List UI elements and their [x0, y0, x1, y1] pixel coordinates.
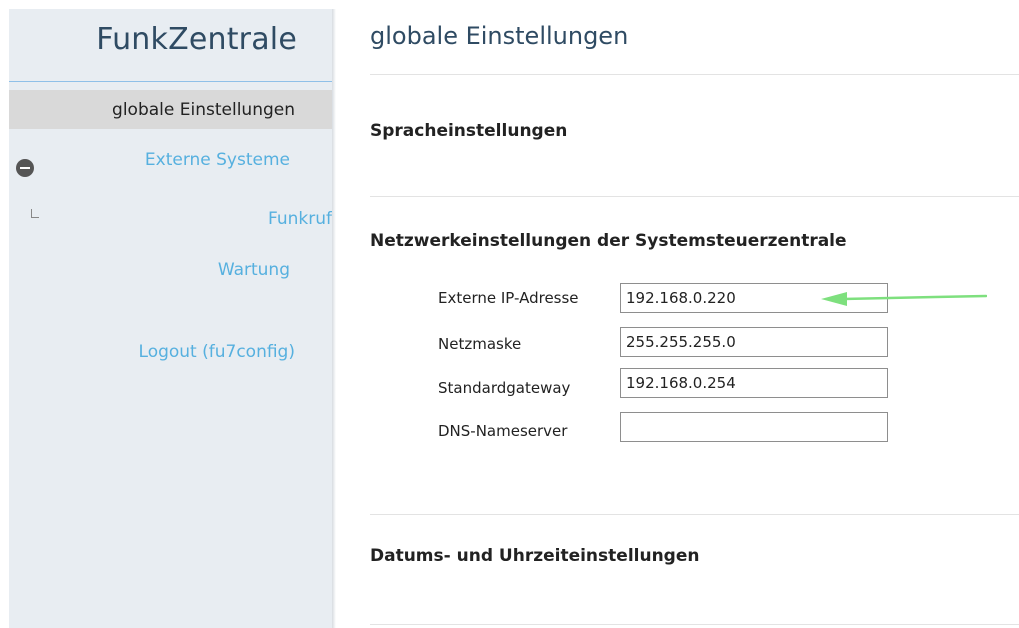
page-title: globale Einstellungen [370, 22, 629, 50]
sidebar-item-logout[interactable]: Logout (fu7config) [139, 342, 295, 362]
divider [370, 514, 1019, 515]
divider [370, 624, 1019, 625]
section-title-datetime: Datums- und Uhrzeiteinstellungen [370, 546, 700, 566]
ip-address-label: Externe IP-Adresse [438, 289, 579, 307]
sidebar-item-externe-systeme[interactable]: Externe Systeme [145, 150, 290, 170]
section-title-language: Spracheinstellungen [370, 121, 568, 141]
divider [370, 74, 1019, 75]
brand-header: FunkZentrale [9, 9, 332, 82]
section-title-network: Netzwerkeinstellungen der Systemsteuerze… [370, 231, 847, 251]
netmask-label: Netzmaske [438, 335, 522, 353]
dns-label: DNS-Nameserver [438, 422, 568, 440]
gateway-label: Standardgateway [438, 379, 571, 397]
sidebar-item-wartung[interactable]: Wartung [218, 260, 290, 280]
netmask-input[interactable] [620, 327, 888, 357]
sidebar-item-funkruf[interactable]: Funkruf [268, 209, 332, 229]
gateway-input[interactable] [620, 368, 888, 398]
main-content: globale Einstellungen Spracheinstellunge… [336, 0, 1019, 628]
dns-input[interactable] [620, 412, 888, 442]
sidebar-item-globale-einstellungen[interactable]: globale Einstellungen [9, 90, 332, 129]
tree-branch-icon [31, 209, 39, 218]
sidebar: FunkZentrale globale Einstellungen Exter… [9, 9, 332, 628]
minus-circle-icon[interactable] [16, 159, 34, 177]
sidebar-item-label: globale Einstellungen [112, 100, 295, 120]
annotation-arrow-icon [821, 292, 987, 306]
divider [370, 196, 1019, 197]
brand-title: FunkZentrale [96, 22, 297, 57]
